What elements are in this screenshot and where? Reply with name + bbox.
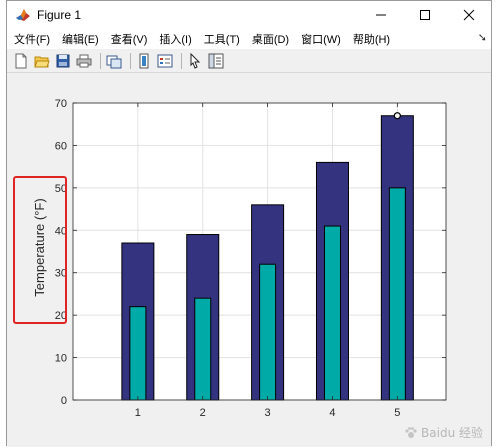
y-tick-label: 70	[55, 98, 67, 110]
menu-insert[interactable]: 插入(I)	[153, 31, 197, 47]
ylabel-highlight-box	[13, 176, 67, 324]
close-icon	[463, 9, 475, 21]
maximize-button[interactable]	[403, 1, 447, 29]
new-figure-icon[interactable]	[12, 52, 30, 70]
colorbar-icon[interactable]	[135, 52, 153, 70]
toolbar-separator	[181, 52, 182, 69]
menu-desktop[interactable]: 桌面(D)	[246, 31, 295, 47]
bar-inner	[323, 225, 341, 401]
maximize-icon	[420, 10, 430, 20]
menu-tools[interactable]: 工具(T)	[198, 31, 246, 47]
menu-bar: 文件(F) 编辑(E) 查看(V) 插入(I) 工具(T) 桌面(D) 窗口(W…	[7, 29, 491, 49]
bar-inner	[194, 297, 212, 401]
bar-inner	[259, 263, 277, 401]
open-file-icon[interactable]	[33, 52, 51, 70]
close-button[interactable]	[447, 1, 491, 29]
title-bar[interactable]: Figure 1	[7, 1, 491, 29]
x-tick-label: 3	[265, 407, 271, 419]
watermark-text: Baidu 经验	[421, 426, 483, 440]
pointer-icon[interactable]	[186, 52, 204, 70]
y-tick-label: 60	[55, 140, 67, 152]
x-tick-label: 2	[200, 407, 206, 419]
figure-window: Figure 1 文件(F) 编辑(E) 查看(V) 插入(I) 工具(T) 桌…	[6, 0, 492, 447]
legend-icon[interactable]	[156, 52, 174, 70]
print-icon[interactable]	[75, 52, 93, 70]
menu-window[interactable]: 窗口(W)	[295, 31, 347, 47]
matlab-app-icon	[16, 9, 30, 21]
background-right	[492, 0, 500, 446]
menu-help[interactable]: 帮助(H)	[347, 31, 396, 47]
toolbar-separator	[100, 52, 101, 69]
x-tick-label: 4	[329, 407, 335, 419]
paw-icon	[405, 426, 417, 438]
y-tick-label: 10	[55, 353, 67, 365]
bar-inner	[129, 306, 147, 401]
minimize-icon	[376, 14, 386, 16]
x-tick-label: 1	[135, 407, 141, 419]
toolbar-separator	[130, 52, 131, 69]
datatip-marker	[393, 112, 401, 120]
y-tick-label: 0	[61, 395, 67, 407]
x-tick-label: 5	[394, 407, 400, 419]
property-editor-icon[interactable]	[207, 52, 225, 70]
menu-file[interactable]: 文件(F)	[7, 31, 56, 47]
save-icon[interactable]	[54, 52, 72, 70]
figure-toolbar	[7, 49, 491, 73]
bar-inner	[388, 187, 406, 401]
figure-canvas[interactable]: 0 10 20 30 40 50 60 70 1 2 3 4 5 Temperature (°F) Bai…	[7, 74, 491, 447]
minimize-button[interactable]	[359, 1, 403, 29]
menu-view[interactable]: 查看(V)	[105, 31, 154, 47]
window-title: Figure 1	[37, 8, 82, 22]
bar-chart[interactable]: 0102030405060701 2 3 4 5Temperature (°F)	[7, 74, 493, 447]
menu-edit[interactable]: 编辑(E)	[56, 31, 105, 47]
menu-expand-icon[interactable]: ➘	[478, 31, 487, 44]
link-plot-icon[interactable]	[105, 52, 123, 70]
watermark: Baidu 经验	[404, 424, 483, 441]
